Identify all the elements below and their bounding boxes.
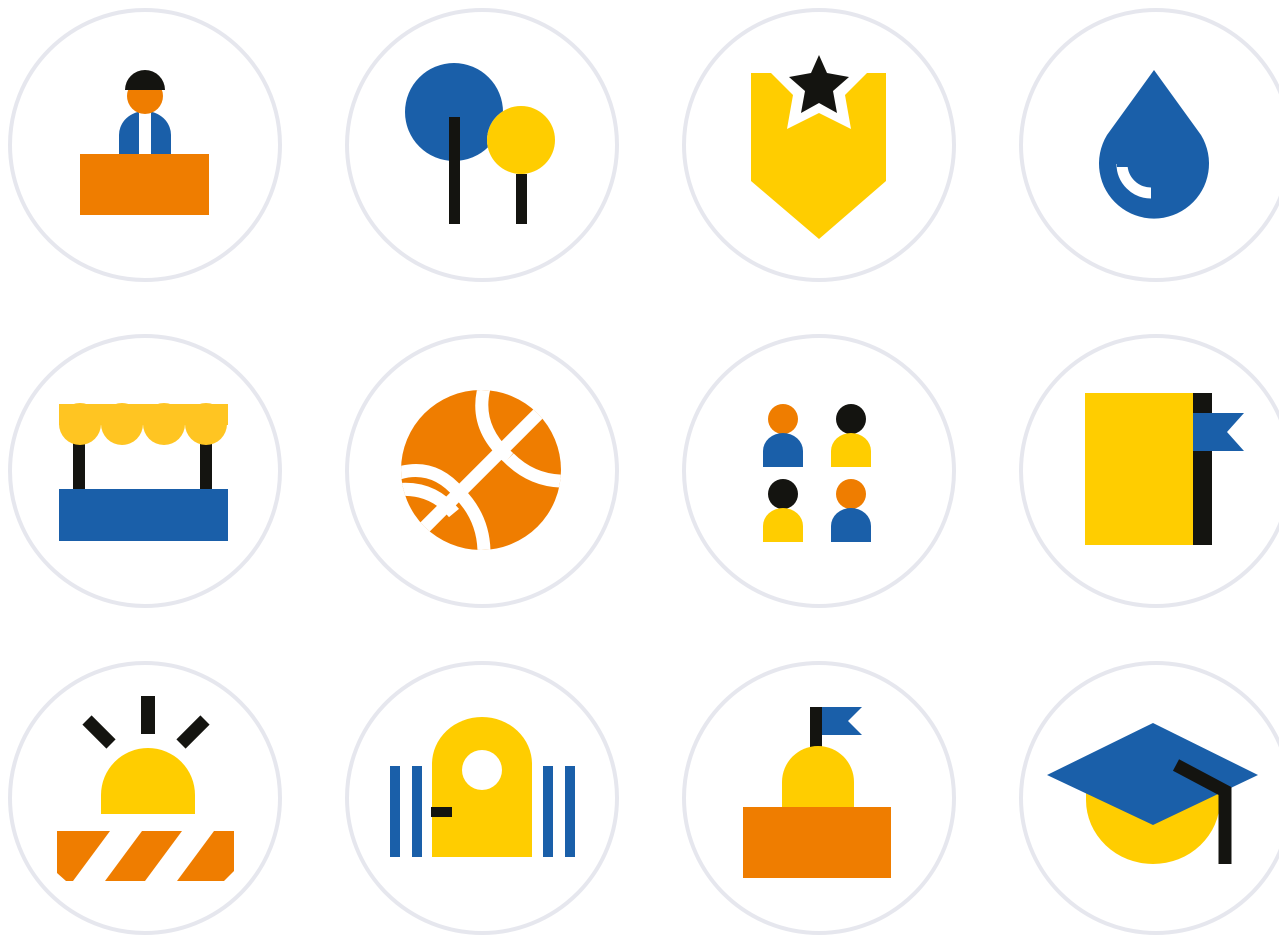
alarm-barrier-icon: [7, 660, 283, 936]
reception-desk-icon: [7, 7, 283, 283]
people-group-icon: [681, 333, 957, 609]
flag-board-icon: [1018, 333, 1279, 609]
monument-flag-icon: [681, 660, 957, 936]
market-stall-icon: [7, 333, 283, 609]
graduation-cap-icon: [1018, 660, 1279, 936]
star-badge-icon: [681, 7, 957, 283]
trees-icon: [344, 7, 620, 283]
gate-door-icon: [344, 660, 620, 936]
water-drop-icon: [1018, 7, 1279, 283]
basketball-icon: [344, 333, 620, 609]
